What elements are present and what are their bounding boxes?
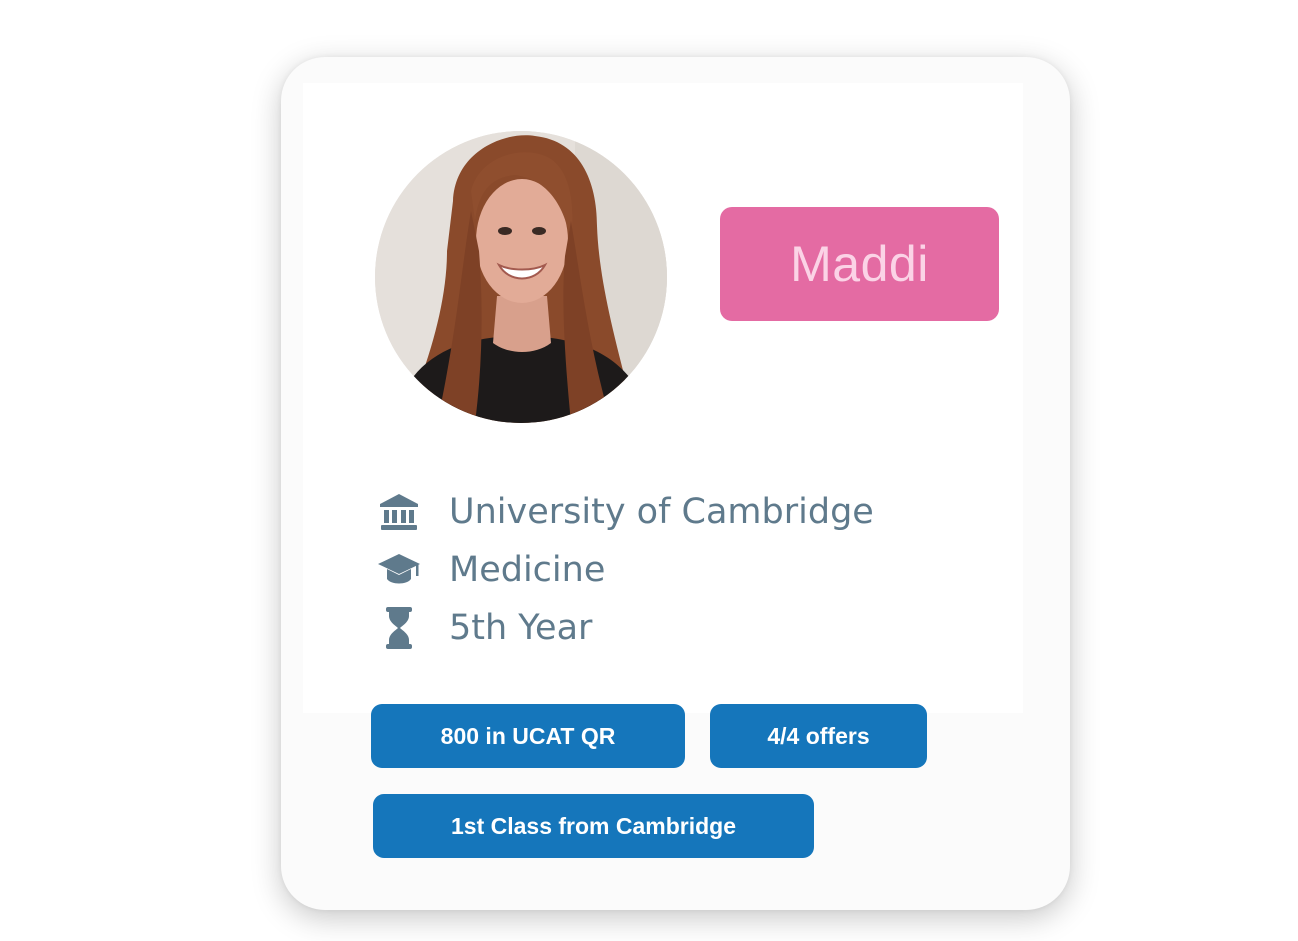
achievement-tag-ucat[interactable]: 800 in UCAT QR <box>371 704 685 768</box>
detail-year: 5th Year <box>377 599 874 657</box>
tutor-name-badge[interactable]: Maddi <box>720 207 999 321</box>
achievement-tag-offers[interactable]: 4/4 offers <box>710 704 927 768</box>
year-of-study: 5th Year <box>449 608 593 648</box>
tutor-profile-card: Maddi University of Cambridge Medicine 5… <box>281 57 1070 910</box>
hourglass-icon <box>377 606 421 650</box>
graduation-cap-icon <box>377 548 421 592</box>
profile-photo <box>375 131 667 423</box>
detail-subject: Medicine <box>377 541 874 599</box>
university-icon <box>377 490 421 534</box>
subject-name: Medicine <box>449 550 606 590</box>
avatar <box>375 131 667 423</box>
tutor-details-list: University of Cambridge Medicine 5th Yea… <box>377 483 874 657</box>
detail-university: University of Cambridge <box>377 483 874 541</box>
achievement-tag-first-class[interactable]: 1st Class from Cambridge <box>373 794 814 858</box>
university-name: University of Cambridge <box>449 492 874 532</box>
